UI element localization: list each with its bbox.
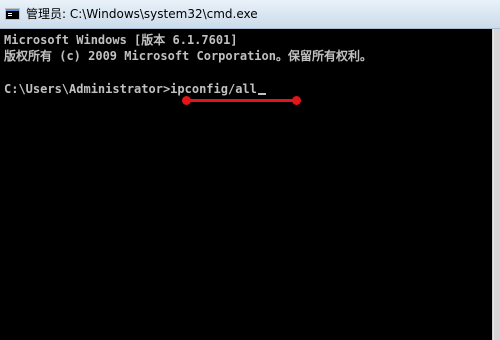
command-text[interactable]: ipconfig/all [170, 82, 257, 96]
prompt-text: C:\Users\Administrator> [4, 82, 171, 96]
vertical-scrollbar[interactable] [492, 29, 500, 340]
annotation-left-dot [182, 96, 191, 105]
annotation-right-dot [292, 96, 301, 105]
text-cursor [257, 93, 266, 95]
cmd-app-icon[interactable] [5, 8, 20, 20]
scrollbar-thumb[interactable] [494, 29, 500, 340]
cmd-window: 管理员: C:\Windows\system32\cmd.exe Microso… [0, 0, 500, 340]
window-title: 管理员: C:\Windows\system32\cmd.exe [26, 7, 258, 21]
red-underline-annotation [187, 99, 297, 102]
title-bar[interactable]: 管理员: C:\Windows\system32\cmd.exe [0, 0, 500, 29]
version-line: Microsoft Windows [版本 6.1.7601] [4, 33, 238, 47]
console-output[interactable]: Microsoft Windows [版本 6.1.7601] 版权所有 (c)… [0, 29, 492, 340]
copyright-line: 版权所有 (c) 2009 Microsoft Corporation。保留所有… [4, 49, 372, 63]
command-line[interactable]: C:\Users\Administrator>ipconfig/all [4, 81, 266, 97]
